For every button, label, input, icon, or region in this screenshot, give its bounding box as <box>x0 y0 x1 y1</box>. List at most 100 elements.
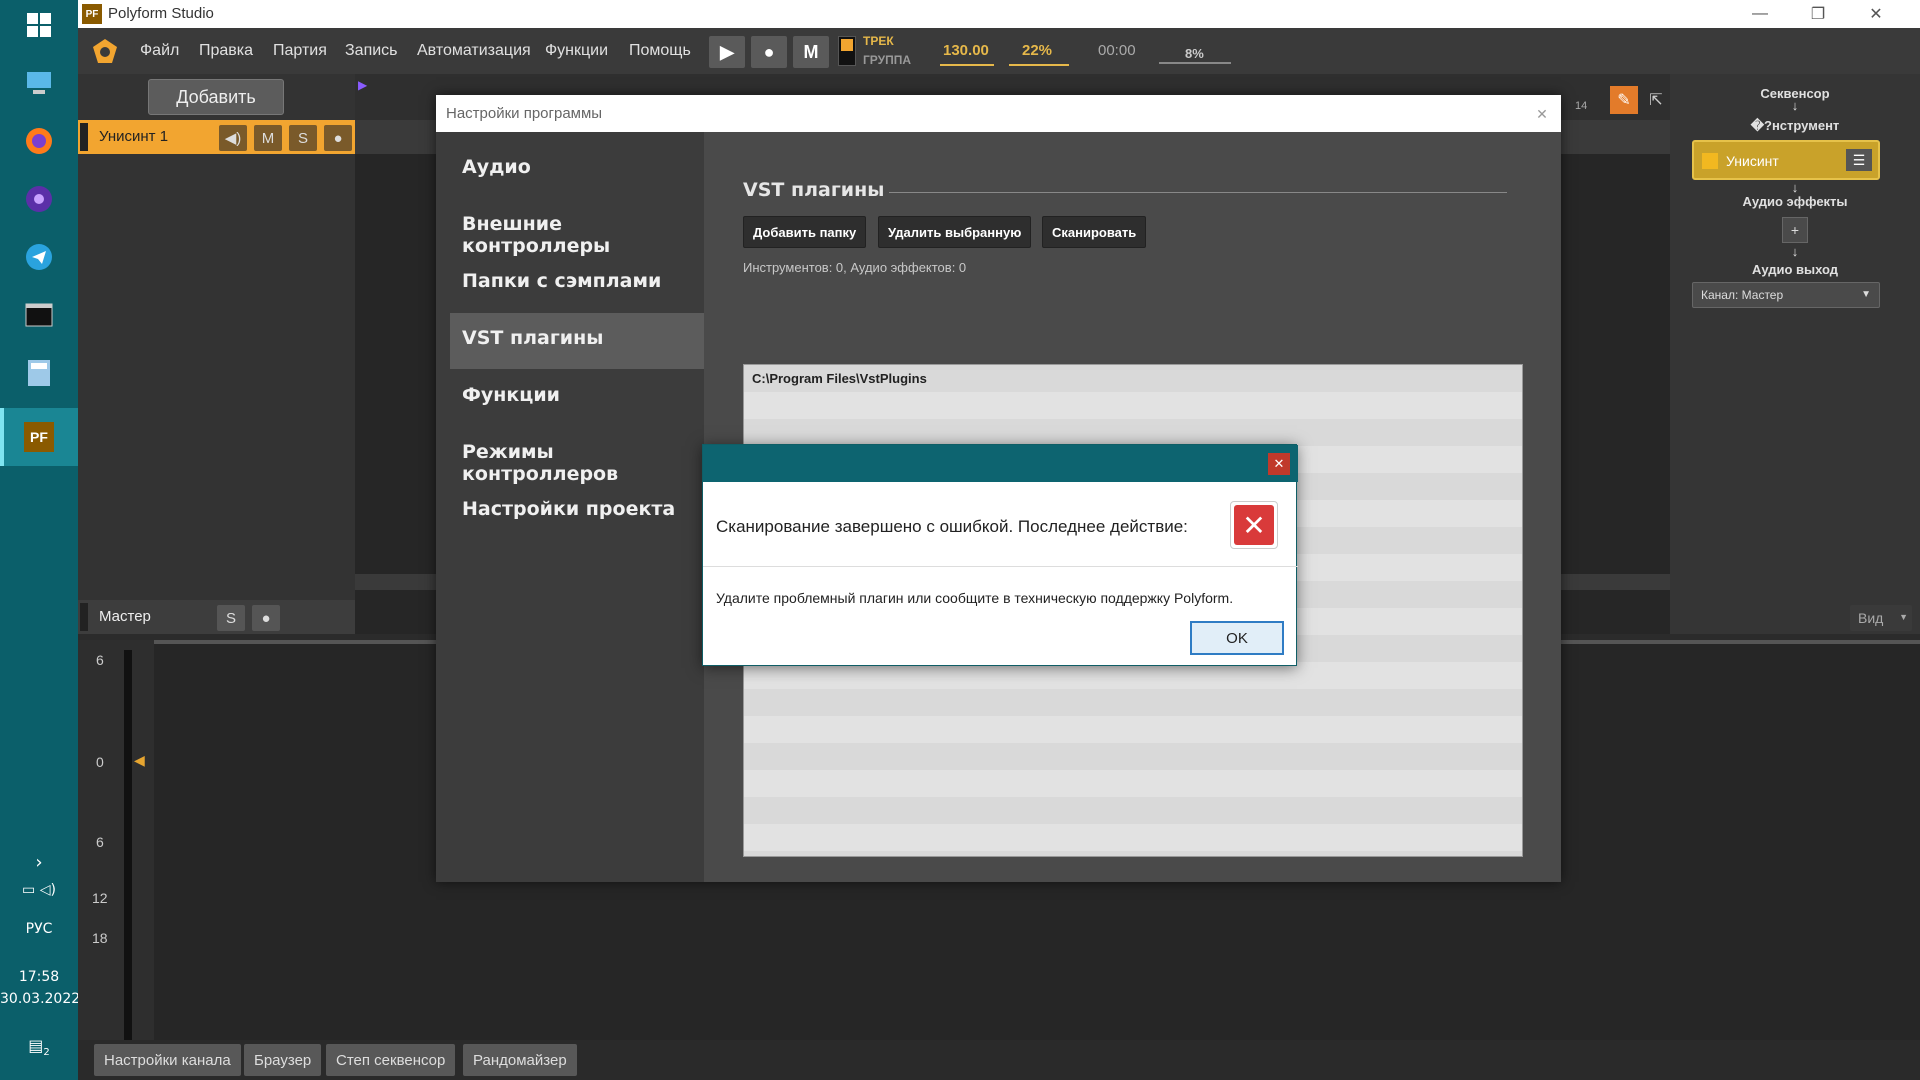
calculator-icon[interactable] <box>20 354 58 392</box>
clock-time[interactable]: 17:58 <box>0 969 78 985</box>
close-window-icon[interactable]: ✕ <box>1848 0 1904 28</box>
track-name[interactable]: Унисинт 1 <box>99 128 168 145</box>
play-icon: ▶ <box>720 41 734 62</box>
cpu-value: 8% <box>1185 46 1204 61</box>
pencil-tool-icon[interactable]: ✎ <box>1610 86 1638 114</box>
telegram-icon[interactable] <box>20 238 58 276</box>
speaker-icon[interactable]: ◀) <box>219 125 247 151</box>
track-group-toggle[interactable] <box>838 36 856 66</box>
media-player-icon[interactable] <box>20 180 58 218</box>
playhead-marker-icon[interactable]: ▶ <box>358 78 367 92</box>
window-title: Polyform Studio <box>108 5 214 22</box>
fader-handle-icon[interactable]: ◀ <box>134 752 145 769</box>
menu-file[interactable]: Файл <box>140 42 179 60</box>
tempo-underline <box>940 64 994 66</box>
menu-record[interactable]: Запись <box>345 42 398 60</box>
nav-controller-modes[interactable]: Режимы контроллеров <box>450 427 704 485</box>
bottom-tab-bar: Настройки канала Браузер Степ секвенсор … <box>78 1040 1920 1080</box>
instrument-slot[interactable]: Унисинт ☰ <box>1692 140 1880 180</box>
list-item[interactable]: C:\Program Files\VstPlugins <box>752 371 927 386</box>
nav-project-settings[interactable]: Настройки проекта <box>450 484 704 540</box>
chevron-down-icon: ▼ <box>1861 289 1871 300</box>
db-label: 12 <box>92 890 108 906</box>
tab-randomizer[interactable]: Рандомайзер <box>463 1044 577 1076</box>
notification-icon[interactable]: ▤2 <box>0 1036 78 1058</box>
menu-edit[interactable]: Правка <box>199 42 253 60</box>
instrument-label: �?нструмент <box>1750 118 1840 133</box>
master-solo-button[interactable]: S <box>217 605 245 631</box>
firefox-icon[interactable] <box>20 122 58 160</box>
track-mute-button[interactable]: M <box>254 125 282 151</box>
instrument-chain-panel: Секвенсор ↓ �?нструмент Унисинт ☰ ↓ Ауди… <box>1670 74 1920 634</box>
menu-automation[interactable]: Автоматизация <box>417 42 531 60</box>
hamburger-menu-icon[interactable]: ☰ <box>1846 149 1872 171</box>
menu-part[interactable]: Партия <box>273 42 327 60</box>
channel-value: Канал: Мастер <box>1701 288 1784 302</box>
nav-functions[interactable]: Функции <box>450 370 704 426</box>
add-folder-button[interactable]: Добавить папку <box>743 216 867 248</box>
maximize-icon[interactable]: ❐ <box>1790 0 1846 28</box>
network-volume-icon[interactable]: ▭ ◁) <box>0 882 78 898</box>
master-record-icon[interactable]: ● <box>252 605 280 631</box>
error-message: Сканирование завершено с ошибкой. Послед… <box>716 517 1188 536</box>
record-button[interactable]: ● <box>751 36 787 68</box>
instrument-name[interactable]: Унисинт <box>1726 153 1779 169</box>
channel-select[interactable]: Канал: Мастер ▼ <box>1692 282 1880 308</box>
remove-selected-button[interactable]: Удалить выбранную <box>878 216 1032 248</box>
nav-external-controllers[interactable]: Внешние контроллеры <box>450 199 704 257</box>
select-tool-icon[interactable]: ⇱ <box>1642 86 1670 114</box>
menu-help[interactable]: Помощь <box>629 42 691 60</box>
terminal-icon[interactable] <box>20 296 58 334</box>
plugin-counts: Инструментов: 0, Аудио эффектов: 0 <box>743 260 967 275</box>
nav-vst-plugins[interactable]: VST плагины <box>450 313 704 369</box>
close-icon[interactable]: ✕ <box>1531 103 1553 125</box>
tab-browser[interactable]: Браузер <box>244 1044 322 1076</box>
close-icon[interactable]: ✕ <box>1268 453 1290 475</box>
metronome-button[interactable]: M <box>793 36 829 68</box>
section-divider <box>889 192 1507 193</box>
toggle-indicator <box>841 39 853 51</box>
master-grip[interactable] <box>80 603 88 631</box>
track-solo-button[interactable]: S <box>289 125 317 151</box>
ok-button[interactable]: OK <box>1190 621 1284 655</box>
track-record-icon[interactable]: ● <box>324 125 352 151</box>
app-icon: PF <box>82 4 102 24</box>
db-label: 18 <box>92 930 108 946</box>
divider <box>703 566 1298 567</box>
ruler-mark: 14 <box>1575 100 1588 112</box>
polyform-app-icon[interactable]: PF <box>20 418 58 456</box>
nav-audio[interactable]: Аудио <box>450 142 704 198</box>
menu-functions[interactable]: Функции <box>545 42 608 60</box>
add-track-button[interactable]: Добавить <box>148 79 284 115</box>
scan-button[interactable]: Сканировать <box>1042 216 1147 248</box>
group-mode-label: ГРУППА <box>863 53 912 67</box>
track-row[interactable]: Унисинт 1 ◀) M S ● <box>78 120 355 154</box>
error-icon: ✕ <box>1230 501 1278 549</box>
error-x-icon: ✕ <box>1234 505 1274 545</box>
percent-value[interactable]: 22% <box>1022 42 1052 59</box>
computer-icon[interactable] <box>20 64 58 102</box>
db-label: 6 <box>96 834 104 850</box>
app-logo-icon[interactable] <box>92 38 118 64</box>
lang-indicator[interactable]: РУС <box>0 921 78 937</box>
track-grip[interactable] <box>80 123 88 151</box>
chevron-right-icon[interactable]: › <box>0 852 78 873</box>
add-effect-button[interactable]: + <box>1782 217 1808 243</box>
tab-step-sequencer[interactable]: Степ секвенсор <box>326 1044 456 1076</box>
title-bar: PF Polyform Studio — ❐ ✕ <box>78 0 1920 28</box>
tab-channel-settings[interactable]: Настройки канала <box>94 1044 241 1076</box>
arrow-down-icon: ↓ <box>1791 98 1799 113</box>
minimize-icon[interactable]: — <box>1732 0 1788 28</box>
view-select[interactable]: Вид ▼ <box>1850 605 1912 631</box>
chevron-down-icon: ▼ <box>1899 612 1908 622</box>
master-track-row[interactable]: Мастер S ● <box>78 600 355 634</box>
db-label: 0 <box>96 754 104 770</box>
track-list-panel: Добавить Унисинт 1 ◀) M S ● <box>78 74 355 634</box>
tempo-value[interactable]: 130.00 <box>943 42 989 59</box>
menu-bar: Файл Правка Партия Запись Автоматизация … <box>78 28 1920 74</box>
nav-sample-folders[interactable]: Папки с сэмплами <box>450 256 704 312</box>
play-button[interactable]: ▶ <box>709 36 745 68</box>
windows-start-icon[interactable] <box>20 6 58 44</box>
db-label: 6 <box>96 652 104 668</box>
clock-date[interactable]: 30.03.2022 <box>0 991 80 1007</box>
